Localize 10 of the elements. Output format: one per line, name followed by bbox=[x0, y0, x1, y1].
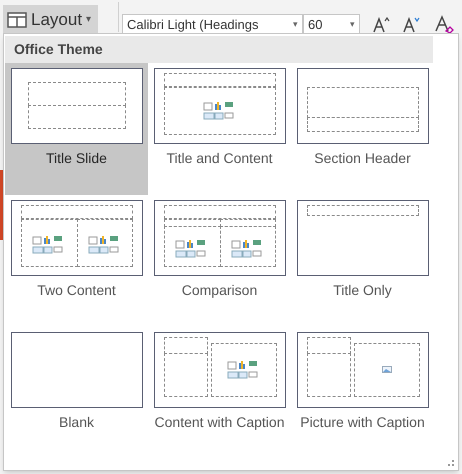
layout-icon bbox=[7, 12, 27, 28]
gallery-title: Office Theme bbox=[5, 36, 433, 63]
layout-button[interactable]: Layout ▾ bbox=[3, 5, 98, 34]
layout-option[interactable]: Title Slide bbox=[5, 63, 148, 195]
font-size-field[interactable]: 60 ▾ bbox=[303, 14, 360, 34]
resize-grip-icon[interactable] bbox=[447, 459, 455, 467]
clear-formatting-icon[interactable] bbox=[434, 15, 454, 35]
shrink-font-icon[interactable] bbox=[402, 17, 420, 33]
grow-font-icon[interactable] bbox=[372, 17, 390, 33]
font-name-field[interactable]: Calibri Light (Headings ▾ bbox=[122, 14, 303, 34]
